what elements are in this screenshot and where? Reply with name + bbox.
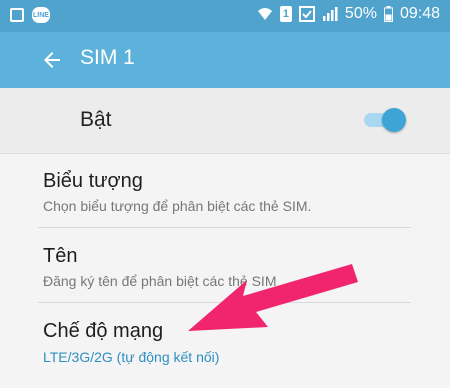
signal-icon [322,7,338,21]
sim-toggle-switch[interactable] [362,108,406,132]
master-switch-row[interactable]: Bật [0,88,450,154]
system-status: 1 50% 09:48 [257,5,440,23]
battery-percent: 50% [344,5,377,22]
settings-item-title: Tên [43,245,78,267]
settings-item-title: Biểu tượng [43,170,143,192]
settings-item-title: Chế độ mạng [43,320,164,342]
sim-indicator-icon: 1 [279,6,292,22]
settings-list: Bật Biểu tượng Chọn biểu tượng để phân b… [0,88,450,388]
settings-item-subtitle: Đăng ký tên để phân biệt các thẻ SIM [43,273,277,289]
image-status-icon [298,6,315,22]
settings-item-subtitle: Chọn biểu tượng để phân biệt các thẻ SIM… [43,198,312,214]
settings-item-name[interactable]: Tên Đăng ký tên để phân biệt các thẻ SIM [0,228,450,302]
line-app-icon: LINE [32,7,50,23]
arrow-back-icon[interactable] [40,48,64,72]
app-toolbar: SIM 1 [0,32,450,88]
master-switch-label: Bật [80,108,112,131]
settings-item-subtitle: LTE/3G/2G (tự động kết nối) [43,349,220,365]
toggle-thumb [382,108,406,132]
notification-icons: LINE [10,7,50,23]
gallery-notification-icon [10,8,24,22]
wifi-icon [257,8,272,20]
page-title: SIM 1 [80,46,135,69]
status-bar: LINE 1 50% 09:48 [0,0,450,32]
battery-icon [383,6,393,22]
settings-item-icon[interactable]: Biểu tượng Chọn biểu tượng để phân biệt … [0,154,450,227]
clock: 09:48 [399,5,440,22]
settings-item-network-mode[interactable]: Chế độ mạng LTE/3G/2G (tự động kết nối) [0,303,450,383]
